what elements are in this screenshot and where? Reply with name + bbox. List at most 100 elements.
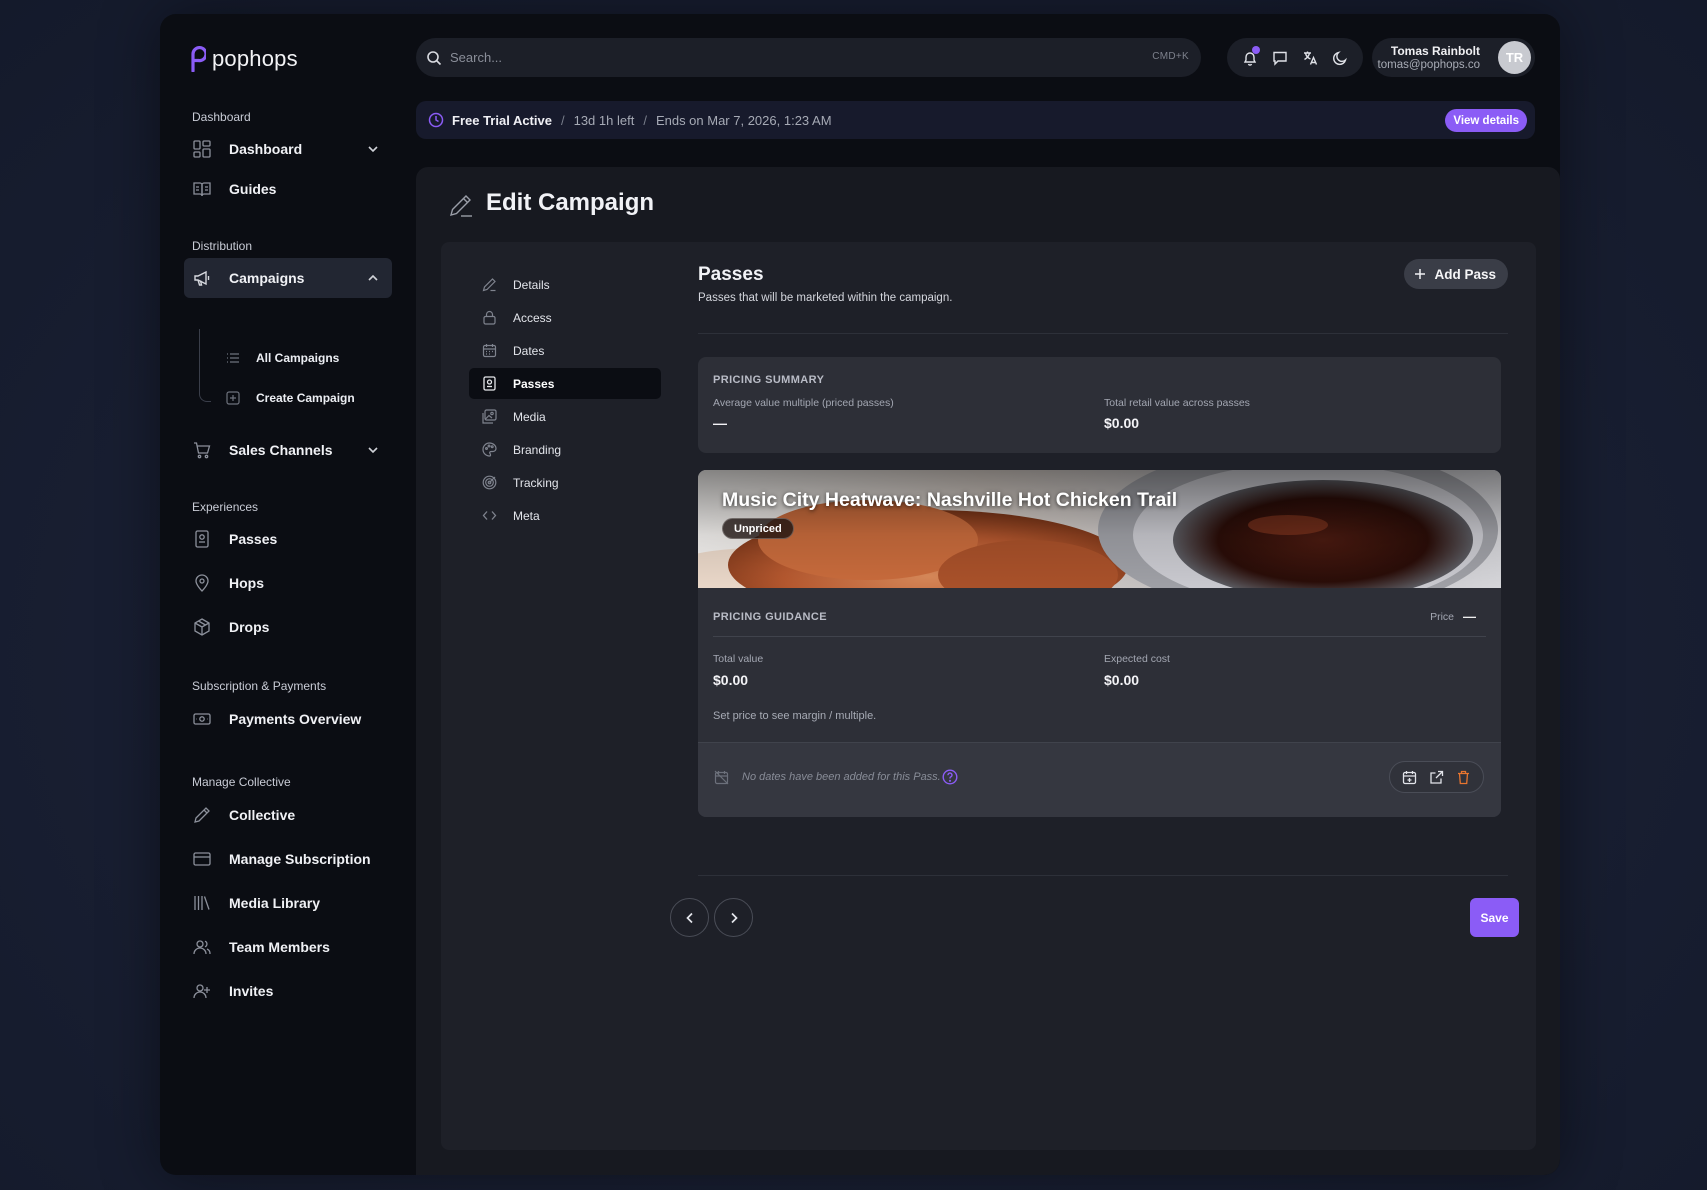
- code-icon: [481, 508, 497, 524]
- translate-button[interactable]: [1300, 48, 1320, 68]
- sidebar-item-dashboard[interactable]: Dashboard: [184, 129, 392, 169]
- trial-banner: Free Trial Active / 13d 1h left / Ends o…: [416, 101, 1535, 139]
- add-pass-button[interactable]: Add Pass: [1404, 259, 1508, 289]
- pricing-hint: Set price to see margin / multiple.: [713, 710, 877, 722]
- hot-chicken-image: [698, 470, 1501, 588]
- sidebar-item-drops[interactable]: Drops: [184, 607, 392, 647]
- chevron-right-icon: [730, 912, 738, 923]
- header-icon-bar: [1227, 38, 1363, 77]
- sidebar-item-manage-subscription[interactable]: Manage Subscription: [184, 839, 392, 879]
- campaign-editor-card: Details Access Dates Passes Media Brandi…: [441, 242, 1536, 1150]
- sidebar-item-label: Media Library: [229, 895, 321, 911]
- sidebar-item-collective[interactable]: Collective: [184, 795, 392, 835]
- tab-dates[interactable]: Dates: [469, 335, 661, 366]
- palette-icon: [481, 442, 497, 458]
- add-pass-label: Add Pass: [1434, 266, 1496, 282]
- next-button[interactable]: [714, 898, 753, 937]
- sidebar-item-invites[interactable]: Invites: [184, 971, 392, 1011]
- sidebar-item-media-library[interactable]: Media Library: [184, 883, 392, 923]
- plus-square-icon: [226, 391, 240, 405]
- section-dashboard: Dashboard: [192, 110, 251, 124]
- divider: [713, 636, 1486, 637]
- pass-icon: [192, 529, 212, 549]
- save-button[interactable]: Save: [1470, 898, 1519, 937]
- total-retail-value: $0.00: [1104, 415, 1140, 431]
- delete-pass-button[interactable]: [1455, 768, 1473, 786]
- notifications-button[interactable]: [1240, 45, 1260, 68]
- external-link-icon: [1430, 770, 1444, 784]
- view-details-button[interactable]: View details: [1445, 109, 1527, 132]
- translate-icon: [1304, 51, 1318, 65]
- previous-button[interactable]: [670, 898, 709, 937]
- theme-toggle-button[interactable]: [1330, 48, 1350, 68]
- app-window: pophops Dashboard Dashboard Guides Distr…: [160, 14, 1560, 1175]
- section-payments: Subscription & Payments: [192, 679, 327, 693]
- pass-title: Music City Heatwave: Nashville Hot Chick…: [722, 489, 1178, 511]
- section-collective: Manage Collective: [192, 775, 291, 789]
- target-icon: [481, 475, 497, 491]
- tab-label: Dates: [513, 343, 545, 358]
- moon-icon: [1333, 50, 1347, 65]
- sidebar-item-label: Hops: [229, 575, 264, 591]
- edit-icon: [450, 195, 472, 217]
- calendar-off-icon: [714, 770, 729, 785]
- sidebar-item-team-members[interactable]: Team Members: [184, 927, 392, 967]
- pophops-logo-icon: [191, 45, 206, 72]
- section-experiences: Experiences: [192, 500, 259, 514]
- logo[interactable]: pophops: [190, 45, 298, 72]
- sidebar-item-create-campaign[interactable]: Create Campaign: [226, 385, 355, 411]
- tab-label: Details: [513, 277, 550, 292]
- users-icon: [192, 937, 212, 957]
- brand-name: pophops: [212, 45, 298, 71]
- image-icon: [481, 409, 497, 425]
- map-pin-icon: [192, 573, 212, 593]
- sidebar-item-payments-overview[interactable]: Payments Overview: [184, 699, 392, 739]
- tree-connector: [199, 329, 211, 402]
- sidebar-item-label: Campaigns: [229, 270, 305, 286]
- user-menu[interactable]: Tomas Rainbolt tomas@pophops.co TR: [1372, 38, 1535, 77]
- tab-label: Meta: [513, 508, 540, 523]
- pass-dates-bar: No dates have been added for this Pass.: [698, 742, 1501, 817]
- list-icon: [227, 353, 239, 363]
- sidebar-item-label: Payments Overview: [229, 711, 362, 727]
- user-email: tomas@pophops.co: [1377, 59, 1480, 71]
- sidebar-item-sales-channels[interactable]: Sales Channels: [184, 430, 392, 470]
- tab-passes[interactable]: Passes: [469, 368, 661, 399]
- messages-button[interactable]: [1270, 48, 1290, 68]
- sidebar-item-label: Dashboard: [229, 141, 303, 157]
- book-icon: [192, 179, 212, 199]
- trial-ends: Ends on Mar 7, 2026, 1:23 AM: [655, 112, 832, 128]
- open-pass-button[interactable]: [1428, 768, 1446, 786]
- sidebar-item-guides[interactable]: Guides: [184, 169, 392, 209]
- pricing-guidance-heading: PRICING GUIDANCE: [713, 611, 827, 623]
- page-title: Edit Campaign: [486, 189, 655, 216]
- tab-label: Media: [513, 409, 546, 424]
- chevron-down-icon: [368, 447, 378, 454]
- sidebar-item-label: Team Members: [229, 939, 330, 955]
- cash-icon: [192, 709, 212, 729]
- sidebar-item-passes[interactable]: Passes: [184, 519, 392, 559]
- sidebar-item-hops[interactable]: Hops: [184, 563, 392, 603]
- sidebar-item-all-campaigns[interactable]: All Campaigns: [226, 345, 339, 371]
- calendar-icon: [481, 343, 497, 359]
- tab-meta[interactable]: Meta: [469, 500, 661, 531]
- section-distribution: Distribution: [192, 239, 253, 253]
- trial-separator: /: [560, 112, 565, 128]
- tab-tracking[interactable]: Tracking: [469, 467, 661, 498]
- search-bar[interactable]: CMD+K: [416, 38, 1201, 77]
- pencil-icon: [481, 277, 497, 293]
- add-dates-button[interactable]: [1401, 768, 1419, 786]
- chevron-up-icon: [368, 274, 378, 281]
- tab-details[interactable]: Details: [469, 269, 661, 300]
- pass-card[interactable]: Music City Heatwave: Nashville Hot Chick…: [698, 470, 1501, 817]
- tab-label: Branding: [513, 442, 562, 457]
- tab-branding[interactable]: Branding: [469, 434, 661, 465]
- tab-media[interactable]: Media: [469, 401, 661, 432]
- sidebar-item-campaigns[interactable]: Campaigns: [184, 258, 392, 298]
- sidebar-item-label: Sales Channels: [229, 442, 333, 458]
- search-input[interactable]: [450, 50, 1110, 65]
- pass-actions: [1389, 761, 1484, 793]
- plus-icon: [1415, 269, 1426, 279]
- help-icon[interactable]: [942, 769, 958, 785]
- tab-access[interactable]: Access: [469, 302, 661, 333]
